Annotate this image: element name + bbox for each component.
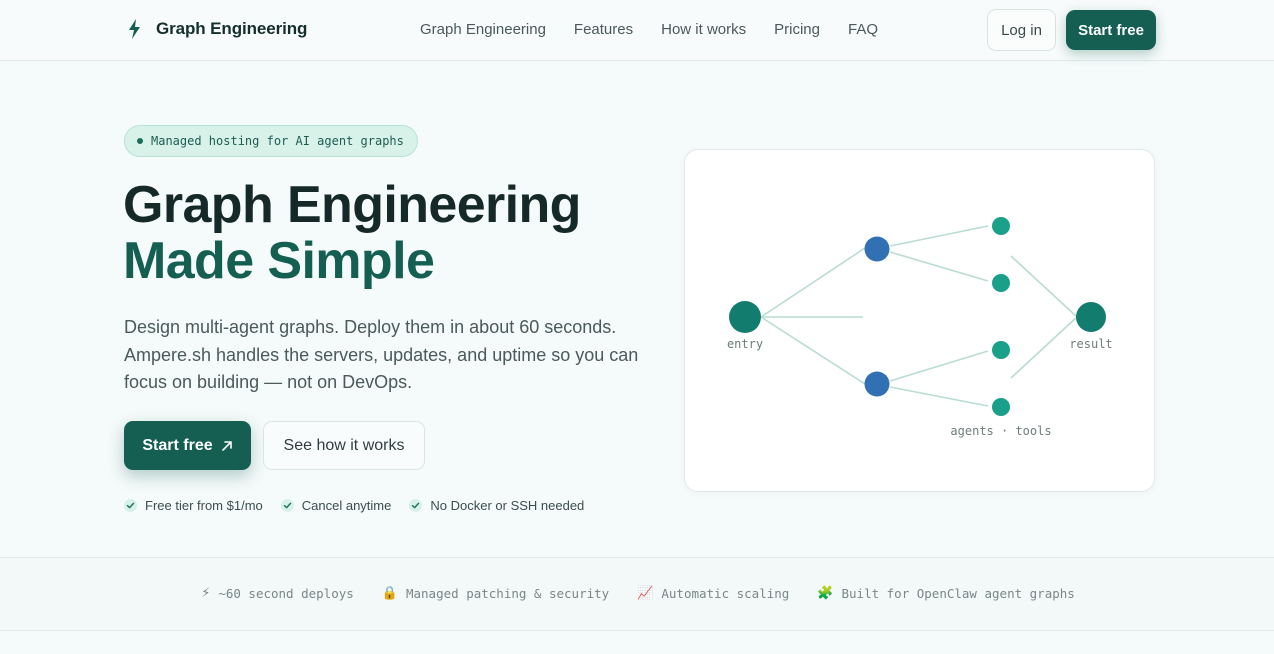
result-node [1076,302,1106,332]
feature-label: Managed patching & security [405,586,610,601]
tool-node [992,341,1010,359]
feature-strip: ⚡ ~60 second deploys 🔒 Managed patching … [0,557,1274,631]
agent-node [864,236,890,262]
graph-caption: agents · tools [950,424,1051,438]
hero-description: Design multi-agent graphs. Deploy them i… [124,317,639,392]
agent-graph-diagram: entry result agents · tools [727,217,1113,438]
feature-item: 📈 Automatic scaling [637,586,789,601]
check-item-label: Free tier from $1/mo [145,498,263,513]
brand[interactable]: Graph Engineering [126,18,307,40]
hero-title-line1: Graph Engineering [123,176,581,234]
tool-node [992,398,1010,416]
brand-name: Graph Engineering [156,19,308,38]
edge-entry-agent1 [760,247,866,318]
hero-title-line2: Made Simple [123,232,435,290]
edge-agent2-tool4 [889,386,989,407]
check-icon [124,499,137,512]
status-dot-icon [137,138,143,144]
edge-agent1-tool1 [889,225,989,247]
graph-illustration-card: entry result agents · tools [684,149,1155,492]
nav-item-features[interactable]: Features [574,21,633,38]
feature-item: ⚡ ~60 second deploys [201,586,354,601]
check-item-label: No Docker or SSH needed [430,498,585,513]
chart-icon: 📈 [637,586,654,601]
hero-checklist: Free tier from $1/mo Cancel anytime No D… [124,498,584,513]
feature-label: Built for OpenClaw agent graphs [841,586,1075,601]
check-item: Free tier from $1/mo [124,498,263,513]
arrow-up-right-icon [221,440,232,451]
lightning-icon: ⚡ [201,586,211,601]
puzzle-icon: 🧩 [817,586,834,601]
lightning-bolt-icon [129,19,140,39]
feature-item: 🧩 Built for OpenClaw agent graphs [817,586,1074,601]
feature-item: 🔒 Managed patching & security [382,586,609,601]
edge-tools-result-bottom [1010,316,1078,379]
start-free-hero-button[interactable]: Start free [124,421,251,470]
edge-agent1-tool2 [889,251,989,282]
result-label: result [1069,337,1112,351]
site-header: Graph Engineering Graph Engineering Feat… [0,0,1274,61]
entry-label: entry [727,337,763,351]
check-item-label: Cancel anytime [301,498,392,513]
nav-item-faq[interactable]: FAQ [848,21,878,38]
graph-edges [760,225,1078,407]
check-item: Cancel anytime [280,498,392,513]
nav-item-how-it-works[interactable]: How it works [661,21,746,38]
start-free-header-button[interactable]: Start free [1066,10,1156,50]
main-nav: Graph Engineering Features How it works … [420,21,878,38]
check-item: No Docker or SSH needed [409,498,584,513]
entry-node [729,301,761,333]
tool-node [992,217,1010,235]
tool-node [992,274,1010,292]
feature-label: Automatic scaling [661,586,790,601]
edge-entry-agent2 [760,316,866,385]
nav-item-pricing[interactable]: Pricing [774,21,820,38]
check-icon [409,499,423,512]
edge-agent2-tool3 [889,350,989,382]
nav-item-graph-engineering[interactable]: Graph Engineering [420,21,546,38]
hero-badge: Managed hosting for AI agent graphs [124,125,418,157]
hero-badge-text: Managed hosting for AI agent graphs [151,134,404,148]
check-icon [280,499,294,512]
login-button[interactable]: Log in [987,9,1056,51]
edge-tools-result-top [1010,255,1078,318]
agent-node [864,371,890,397]
feature-list: ⚡ ~60 second deploys 🔒 Managed patching … [0,586,1274,601]
lock-icon: 🔒 [381,586,398,601]
see-how-it-works-button[interactable]: See how it works [263,421,425,470]
start-free-hero-label: Start free [142,436,213,454]
feature-label: ~60 second deploys [218,586,354,601]
